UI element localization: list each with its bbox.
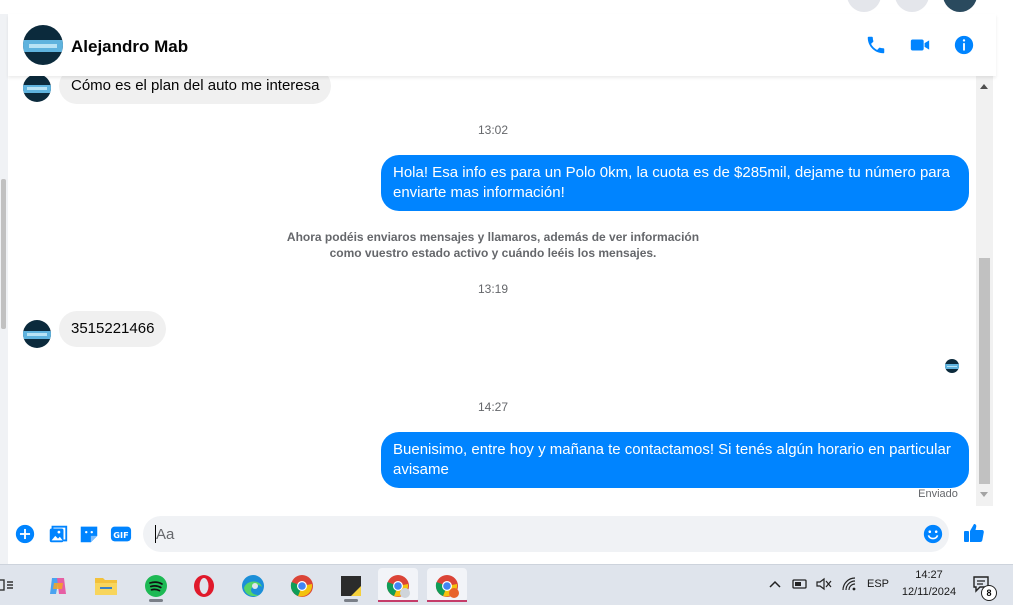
taskbar-chrome-profile-2[interactable] [427,568,467,602]
taskbar-copilot[interactable] [38,568,78,602]
running-indicator [344,599,358,602]
timestamp: 13:19 [477,282,509,296]
message-list[interactable]: Cómo es el plan del auto me interesa 13:… [8,76,976,506]
left-scrollbar-thumb[interactable] [1,179,6,329]
photo-icon[interactable] [47,523,69,545]
composer-bar: GIF Aa [8,506,996,564]
folder-icon [95,578,117,595]
outgoing-message[interactable]: Hola! Esa info es para un Polo 0km, la c… [381,155,969,211]
running-indicator [149,599,163,602]
notification-badge: 8 [981,585,997,601]
gif-icon[interactable]: GIF [110,523,132,545]
plus-icon[interactable] [14,523,36,545]
active-indicator [427,600,467,602]
message-avatar [23,76,51,102]
system-notice: Ahora podéis enviaros mensajes y llamaro… [286,230,700,260]
battery-plug-icon[interactable] [792,577,808,591]
chat-header: Alejandro Mab [8,14,996,76]
chevron-up-icon[interactable] [768,578,782,590]
top-button-1[interactable] [847,0,881,12]
taskbar-chrome[interactable] [282,568,322,602]
opera-icon [194,575,214,597]
timestamp: 14:27 [477,400,509,414]
message-input[interactable]: Aa [143,516,949,552]
taskbar-opera[interactable] [184,568,224,602]
emoji-icon[interactable] [922,523,944,545]
message-input-placeholder: Aa [156,526,175,543]
window-top-strip [0,0,1013,15]
message-scrollbar[interactable] [976,76,993,506]
top-profile-avatar[interactable] [943,0,977,12]
clock-time[interactable]: 14:27 [894,569,964,581]
timestamp: 13:02 [477,123,509,137]
left-panel-edge [0,14,8,564]
taskbar-file-explorer[interactable] [86,568,126,602]
sticky-notes-icon [341,576,361,596]
taskbar-sticky-notes[interactable] [331,568,371,602]
info-icon[interactable] [953,34,975,56]
contact-avatar[interactable] [23,25,63,65]
incoming-message[interactable]: 3515221466 [59,311,167,347]
outgoing-message[interactable]: Buenisimo, entre hoy y mañana te contact… [381,432,969,488]
edge-icon [242,575,264,597]
chrome-icon [290,575,313,597]
right-panel-edge [996,14,1013,564]
scrollbar-thumb[interactable] [979,258,990,484]
top-button-2[interactable] [895,0,929,12]
delivery-status: Enviado [918,488,958,500]
sticker-icon[interactable] [78,523,100,545]
seen-receipt-avatar [945,359,959,373]
active-indicator [378,600,418,602]
gif-label: GIF [113,530,128,540]
scroll-up-arrow[interactable] [980,84,988,89]
chrome-profile-icon [386,575,410,598]
phone-call-icon[interactable] [865,34,887,56]
like-thumb-icon[interactable] [962,521,986,545]
copilot-icon [50,578,66,594]
chrome-profile-icon [435,575,459,598]
input-language[interactable]: ESP [867,578,889,590]
spotify-icon [145,575,167,597]
contact-name[interactable]: Alejandro Mab [71,37,188,57]
video-call-icon[interactable] [909,34,931,56]
clock-date[interactable]: 12/11/2024 [894,586,964,598]
taskbar-spotify[interactable] [136,568,176,602]
message-avatar [23,320,51,348]
widgets-icon[interactable] [0,577,14,593]
scroll-down-arrow[interactable] [980,492,988,497]
taskbar-edge[interactable] [233,568,273,602]
volume-muted-icon[interactable] [816,577,832,591]
taskbar-chrome-profile-1[interactable] [378,568,418,602]
os-taskbar: ESP 14:27 12/11/2024 8 [0,564,1013,605]
wifi-icon[interactable] [841,577,857,591]
incoming-message[interactable]: Cómo es el plan del auto me interesa [59,76,332,104]
